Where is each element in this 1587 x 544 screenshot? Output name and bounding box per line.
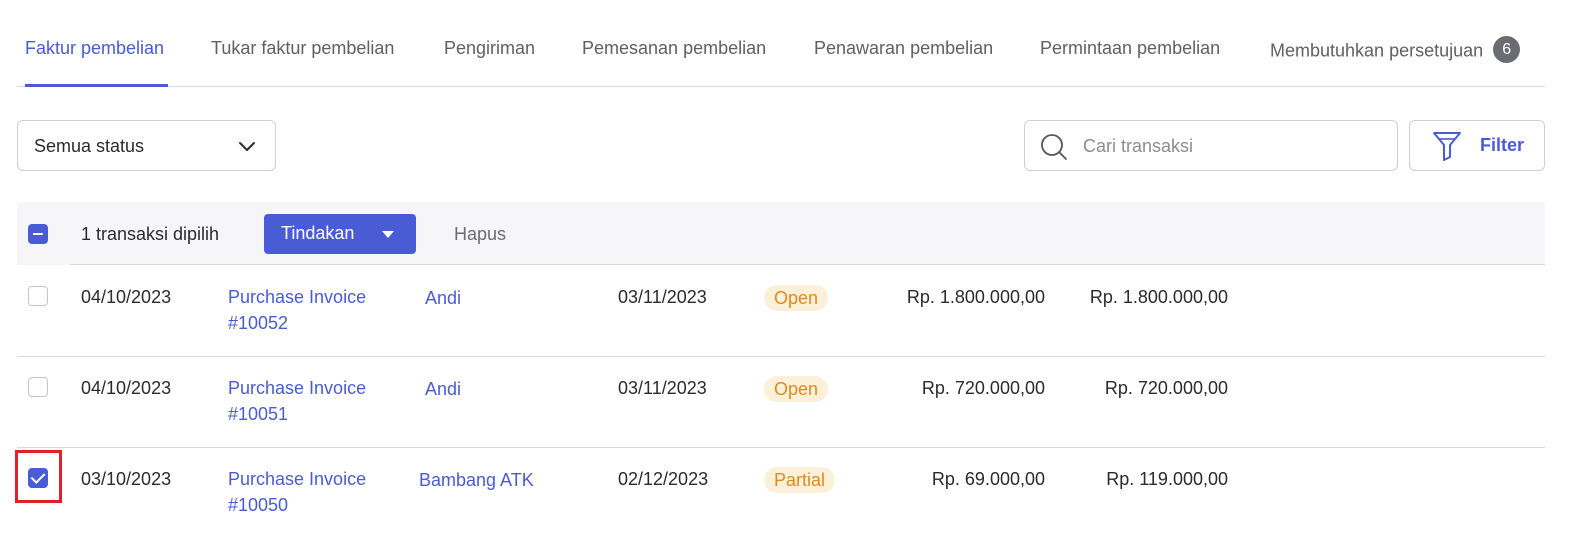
row-checkbox[interactable] (28, 377, 48, 397)
approval-count-badge: 6 (1493, 36, 1521, 63)
transaction-date: 03/10/2023 (81, 469, 172, 489)
balance-amount: Rp. 720.000,00 (921, 378, 1045, 398)
caret-down-icon (382, 231, 394, 238)
tab-pengiriman[interactable]: Pengiriman (444, 38, 535, 59)
balance-amount: Rp. 1.800.000,00 (906, 287, 1045, 307)
vendor-link[interactable]: Andi (425, 285, 461, 311)
due-date: 03/11/2023 (618, 378, 707, 398)
invoice-link[interactable]: Purchase Invoice #10050 (228, 466, 398, 518)
due-date: 03/11/2023 (618, 287, 707, 307)
tab-pemesanan-pembelian[interactable]: Pemesanan pembelian (582, 38, 766, 59)
vendor-link[interactable]: Andi (425, 376, 461, 402)
total-amount: Rp. 119.000,00 (1106, 469, 1228, 489)
invoice-link[interactable]: Purchase Invoice #10051 (228, 375, 398, 427)
selected-count-text: 1 transaksi dipilih (81, 224, 220, 244)
table-row[interactable]: 04/10/2023 Purchase Invoice #10052 Andi … (17, 266, 1545, 357)
tab-label: Membutuhkan persetujuan (1270, 40, 1484, 61)
invoice-link[interactable]: Purchase Invoice #10052 (228, 284, 398, 336)
status-badge: Partial (764, 467, 836, 493)
tab-bar: Faktur pembelian Tukar faktur pembelian … (17, 0, 1545, 87)
tab-membutuhkan-persetujuan[interactable]: Membutuhkan persetujuan 6 (1270, 36, 1521, 65)
table-row[interactable]: 03/10/2023 Purchase Invoice #10050 Bamba… (15, 448, 1545, 539)
status-badge: Open (764, 285, 829, 311)
filter-button[interactable]: Filter (1409, 120, 1545, 171)
status-badge: Open (764, 376, 829, 402)
search-input[interactable] (1083, 133, 1383, 159)
balance-amount: Rp. 69.000,00 (931, 469, 1045, 489)
chevron-down-icon (239, 142, 255, 151)
delete-button[interactable]: Hapus (454, 224, 506, 245)
tab-tukar-faktur-pembelian[interactable]: Tukar faktur pembelian (211, 38, 394, 59)
actions-button-label: Tindakan (281, 223, 355, 243)
tab-faktur-pembelian[interactable]: Faktur pembelian (25, 38, 164, 59)
tab-permintaan-pembelian[interactable]: Permintaan pembelian (1040, 38, 1220, 59)
transaction-date: 04/10/2023 (81, 378, 172, 398)
funnel-icon (1433, 132, 1461, 161)
actions-dropdown-button[interactable]: Tindakan (264, 214, 416, 254)
table-row[interactable]: 04/10/2023 Purchase Invoice #10051 Andi … (17, 357, 1545, 448)
tab-penawaran-pembelian[interactable]: Penawaran pembelian (814, 38, 993, 59)
search-box (1024, 120, 1398, 171)
filter-button-label: Filter (1480, 135, 1525, 155)
bulk-action-bar: 1 transaksi dipilih Tindakan Hapus (17, 202, 1545, 265)
total-amount: Rp. 1.800.000,00 (1089, 287, 1228, 307)
status-dropdown-value: Semua status (34, 136, 145, 156)
transaction-date: 04/10/2023 (81, 287, 172, 307)
total-amount: Rp. 720.000,00 (1104, 378, 1228, 398)
due-date: 02/12/2023 (618, 469, 709, 489)
row-checkbox[interactable] (28, 286, 48, 306)
active-tab-indicator (25, 84, 168, 87)
vendor-link[interactable]: Bambang ATK (419, 467, 534, 493)
status-dropdown[interactable]: Semua status (17, 120, 276, 171)
search-icon (1041, 134, 1067, 160)
row-checkbox[interactable] (28, 468, 48, 488)
divider (70, 264, 1545, 265)
select-all-checkbox[interactable] (28, 224, 48, 244)
